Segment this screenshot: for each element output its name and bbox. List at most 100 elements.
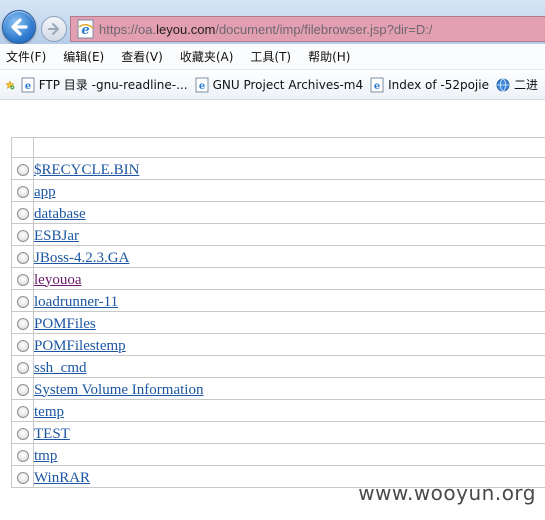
row-name-cell: System Volume Information xyxy=(33,377,545,400)
row-radio-button[interactable] xyxy=(16,251,29,264)
menu-file[interactable]: 文件(F) xyxy=(6,48,46,65)
favorites-bar: e FTP 目录 -gnu-readline-... e GNU Project… xyxy=(0,70,545,100)
row-radio-button[interactable] xyxy=(16,471,29,484)
row-select-cell xyxy=(11,201,34,224)
table-row: JBoss-4.2.3.GA xyxy=(11,245,545,268)
table-row: database xyxy=(11,201,545,224)
arrow-right-icon xyxy=(48,23,59,35)
row-name-cell: JBoss-4.2.3.GA xyxy=(33,245,545,268)
row-select-cell xyxy=(11,333,34,356)
directory-link[interactable]: System Volume Information xyxy=(34,382,203,398)
table-row: System Volume Information xyxy=(11,377,545,400)
file-browser-table: $RECYCLE.BIN app database ESBJar JBoss-4.2.3… xyxy=(11,137,545,488)
row-radio-button[interactable] xyxy=(16,317,29,330)
favorite-link-binary[interactable]: 二进 xyxy=(496,76,538,93)
row-name-cell: $RECYCLE.BIN xyxy=(33,157,545,180)
menu-tools[interactable]: 工具(T) xyxy=(250,48,291,65)
directory-link[interactable]: temp xyxy=(34,404,64,420)
arrow-left-icon xyxy=(11,18,28,36)
url-text[interactable]: https://oa.leyou.com/document/imp/filebr… xyxy=(99,22,432,37)
directory-link[interactable]: TEST xyxy=(34,426,70,442)
row-radio-button[interactable] xyxy=(16,295,29,308)
row-radio-button[interactable] xyxy=(16,207,29,220)
address-bar[interactable]: e https://oa.leyou.com/document/imp/file… xyxy=(70,16,545,42)
menu-edit[interactable]: 编辑(E) xyxy=(63,48,104,65)
directory-link[interactable]: ESBJar xyxy=(34,228,79,244)
page-content: $RECYCLE.BIN app database ESBJar JBoss-4.2.3… xyxy=(0,100,545,520)
browser-chrome: e https://oa.leyou.com/document/imp/file… xyxy=(0,0,545,100)
url-prefix: https://oa. xyxy=(99,21,157,37)
row-select-cell xyxy=(11,443,34,466)
directory-link[interactable]: app xyxy=(34,184,56,200)
row-name-cell: temp xyxy=(33,399,545,422)
menu-help[interactable]: 帮助(H) xyxy=(308,48,350,65)
forward-button[interactable] xyxy=(41,16,67,42)
directory-link[interactable]: leyouoa xyxy=(34,272,81,288)
ie-page-icon: e xyxy=(77,19,94,39)
row-radio-button[interactable] xyxy=(16,449,29,462)
row-radio-button[interactable] xyxy=(16,163,29,176)
table-row: ESBJar xyxy=(11,223,545,246)
row-select-cell xyxy=(11,245,34,268)
page-icon: e xyxy=(370,77,384,92)
favorite-link-gnu[interactable]: e GNU Project Archives-m4 xyxy=(195,77,364,93)
row-name-cell: ssh_cmd xyxy=(33,355,545,378)
favorite-link-ftp[interactable]: e FTP 目录 -gnu-readline-... xyxy=(21,76,188,93)
directory-link[interactable]: WinRAR xyxy=(34,470,90,486)
directory-link[interactable]: JBoss-4.2.3.GA xyxy=(34,250,129,266)
table-row: temp xyxy=(11,399,545,422)
menu-view[interactable]: 查看(V) xyxy=(121,48,163,65)
table-row: $RECYCLE.BIN xyxy=(11,157,545,180)
table-row: POMFilestemp xyxy=(11,333,545,356)
directory-link[interactable]: POMFilestemp xyxy=(34,338,126,354)
svg-text:e: e xyxy=(374,81,380,92)
menu-favorites[interactable]: 收藏夹(A) xyxy=(180,48,234,65)
row-radio-button[interactable] xyxy=(16,383,29,396)
table-row: POMFiles xyxy=(11,311,545,334)
svg-text:e: e xyxy=(198,81,204,92)
favorite-label: FTP 目录 -gnu-readline-... xyxy=(38,78,188,92)
table-row: loadrunner-11 xyxy=(11,289,545,312)
favorite-label: Index of -52pojie xyxy=(388,77,489,92)
header-cell-name xyxy=(33,137,545,158)
table-row: app xyxy=(11,179,545,202)
row-name-cell: leyouoa xyxy=(33,267,545,290)
row-radio-button[interactable] xyxy=(16,185,29,198)
favorite-link-52pojie[interactable]: e Index of -52pojie xyxy=(370,77,489,93)
row-name-cell: loadrunner-11 xyxy=(33,289,545,312)
directory-link[interactable]: POMFiles xyxy=(34,316,96,332)
directory-link[interactable]: ssh_cmd xyxy=(34,360,87,376)
row-name-cell: POMFilestemp xyxy=(33,333,545,356)
favorite-label: 二进 xyxy=(513,78,538,92)
row-name-cell: TEST xyxy=(33,421,545,444)
row-radio-button[interactable] xyxy=(16,229,29,242)
row-radio-button[interactable] xyxy=(16,361,29,374)
row-name-cell: ESBJar xyxy=(33,223,545,246)
directory-link[interactable]: database xyxy=(34,206,86,222)
row-radio-button[interactable] xyxy=(16,427,29,440)
page-icon: e xyxy=(21,77,35,92)
row-name-cell: tmp xyxy=(33,443,545,466)
back-button[interactable] xyxy=(2,10,36,44)
row-radio-button[interactable] xyxy=(16,339,29,352)
page-icon: e xyxy=(195,77,209,92)
directory-link[interactable]: tmp xyxy=(34,448,57,464)
row-select-cell xyxy=(11,289,34,312)
directory-link[interactable]: $RECYCLE.BIN xyxy=(34,162,139,178)
row-select-cell xyxy=(11,399,34,422)
row-select-cell xyxy=(11,311,34,334)
watermark: www.wooyun.org xyxy=(358,481,536,505)
row-select-cell xyxy=(11,157,34,180)
row-select-cell xyxy=(11,355,34,378)
table-header-row xyxy=(11,137,545,158)
row-radio-button[interactable] xyxy=(16,273,29,286)
favorites-star-icon[interactable] xyxy=(5,76,15,94)
row-radio-button[interactable] xyxy=(16,405,29,418)
favorite-label: GNU Project Archives-m4 xyxy=(212,77,364,92)
table-row: TEST xyxy=(11,421,545,444)
row-name-cell: database xyxy=(33,201,545,224)
row-select-cell xyxy=(11,377,34,400)
table-row: ssh_cmd xyxy=(11,355,545,378)
directory-link[interactable]: loadrunner-11 xyxy=(34,294,118,310)
row-select-cell xyxy=(11,465,34,488)
